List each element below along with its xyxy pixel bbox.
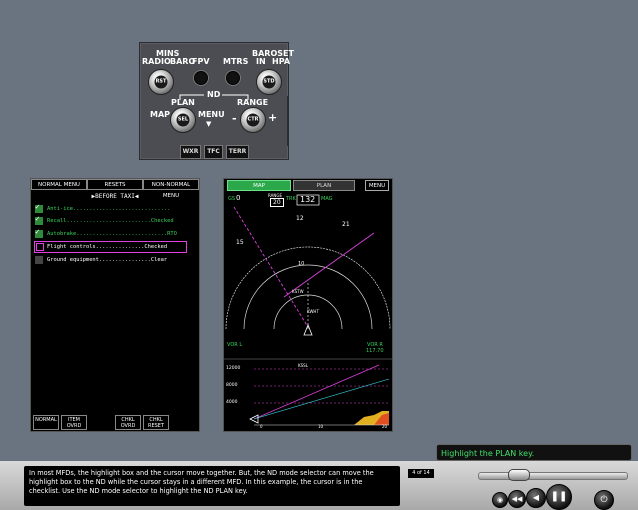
close-icon[interactable]: ⏻ xyxy=(594,490,614,510)
vor-right-frequency: 117.70 xyxy=(366,348,384,354)
route-line xyxy=(233,206,309,328)
normal-button[interactable]: NORMAL xyxy=(33,415,59,430)
checkbox-unchecked[interactable] xyxy=(36,243,44,251)
range-plus-label: + xyxy=(268,111,278,124)
item-ovrd-button[interactable]: ITEM OVRD xyxy=(61,415,87,430)
waypoint-label: KWHT xyxy=(307,309,319,314)
checkbox-checked[interactable] xyxy=(35,214,43,225)
wxr-button[interactable]: WXR xyxy=(180,145,201,159)
chkl-reset-button[interactable]: CHKL RESET xyxy=(143,415,169,430)
range-minus-label: - xyxy=(232,112,237,125)
non-normal-menu-tab[interactable]: NON-NORMAL MENU xyxy=(143,179,199,199)
checklist-item-current[interactable]: Flight controls...............Checked xyxy=(34,241,187,253)
chkl-ovrd-button[interactable]: CHKL OVRD xyxy=(115,415,141,430)
plan-label: PLAN xyxy=(171,98,195,107)
altitude-tick: 12000 xyxy=(226,366,241,371)
checklist-item[interactable]: Autobrake............................RTO xyxy=(35,227,191,239)
nd-mode-selector[interactable]: SEL xyxy=(170,107,196,133)
progress-slider-thumb[interactable] xyxy=(508,469,530,481)
sel-button[interactable]: SEL xyxy=(176,113,190,127)
pause-icon[interactable]: ❚❚ xyxy=(546,484,572,510)
range-selector[interactable]: CTR xyxy=(240,107,266,133)
checklist-title: ▶BEFORE TAXI◀ xyxy=(91,193,139,200)
progress-slider-track[interactable] xyxy=(478,472,628,480)
page-counter: 4 of 14 xyxy=(408,469,434,478)
checklist-item[interactable]: Anti-ice.............................. xyxy=(35,202,191,214)
distance-tick: 20 xyxy=(382,424,388,429)
normal-menu-tab[interactable]: NORMAL MENU xyxy=(31,179,87,190)
gs-label: GS xyxy=(228,196,236,202)
resets-tab[interactable]: RESETS xyxy=(87,179,143,190)
replay-icon[interactable]: ◀◀ xyxy=(508,490,526,508)
gs-value: 0 xyxy=(236,194,241,202)
back-icon[interactable]: ◀ xyxy=(526,488,546,508)
checklist-item[interactable]: Ground equipment................Clear xyxy=(35,255,191,265)
checklist-item[interactable]: Recall..........................Checked xyxy=(35,214,191,226)
range-label: RANGE xyxy=(237,98,269,107)
checkbox-checked[interactable] xyxy=(35,227,43,238)
map-label: MAP xyxy=(150,110,171,119)
range-value: 20 xyxy=(270,198,284,207)
waypoint-label: KSTW xyxy=(292,289,304,294)
instruction-text: In most MFDs, the highlight box and the … xyxy=(24,466,400,506)
efis-control-panel: MINS RADIO BARO FPV MTRS BAROSET IN HPA … xyxy=(139,42,294,160)
heading-value: 132 xyxy=(300,195,316,204)
efis-panel-edge xyxy=(287,96,294,146)
menu-label: MENU xyxy=(198,110,225,119)
nd-label: ND xyxy=(207,90,221,99)
vor-left-label: VOR L xyxy=(227,342,243,348)
ctr-button[interactable]: CTR xyxy=(246,113,260,127)
volume-icon[interactable]: ◉ xyxy=(492,492,508,508)
altitude-tick: 8000 xyxy=(226,383,238,388)
nd-map-graphics xyxy=(224,194,392,426)
altitude-tick: 4000 xyxy=(226,400,238,405)
distance-tick: 0 xyxy=(260,424,263,429)
tfc-button[interactable]: TFC xyxy=(204,145,223,159)
compass-label: 21 xyxy=(342,221,350,228)
menu-arrow-icon: ▼ xyxy=(206,120,212,128)
navigation-display: MAP PLAN MENU GS 0 RANGE 20 TRK 132 MAG … xyxy=(223,178,393,432)
compass-label: 12 xyxy=(296,215,304,222)
range-ring-label: 10 xyxy=(298,261,305,267)
task-hint: Highlight the PLAN key. xyxy=(436,444,632,461)
checkbox-unchecked[interactable] xyxy=(35,256,43,264)
checkbox-checked[interactable] xyxy=(35,202,43,213)
checklist-display: NORMAL MENU RESETS NON-NORMAL MENU ▶BEFO… xyxy=(30,178,200,432)
terr-button[interactable]: TERR xyxy=(226,145,249,159)
waypoint-label: KSSL xyxy=(298,363,308,368)
compass-label: 15 xyxy=(236,239,244,246)
distance-tick: 10 xyxy=(318,424,324,429)
trk-label: TRK xyxy=(286,196,296,202)
mag-label: MAG xyxy=(321,196,333,202)
